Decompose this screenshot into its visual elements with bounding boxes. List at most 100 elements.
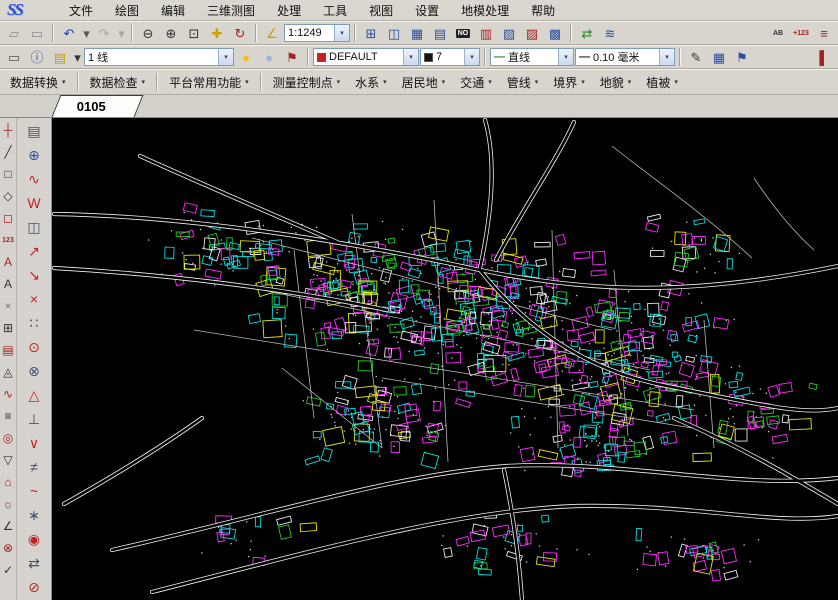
open-doc-button[interactable]: ▭ [26, 23, 48, 43]
menu-item-draw[interactable]: 绘图 [104, 0, 150, 21]
menu-item-3d-mapping[interactable]: 三维测图 [196, 0, 266, 21]
view-grid-7-button[interactable]: ▨ [521, 23, 543, 43]
tool-layers-list[interactable]: ≡ [0, 405, 16, 427]
chevron-down-icon[interactable]: ▾ [558, 49, 573, 65]
overlay-button[interactable]: ≋ [599, 23, 621, 43]
panel-vegetation[interactable]: 植被▾ [639, 71, 685, 94]
view-grid-8-button[interactable]: ▩ [544, 23, 566, 43]
tool-text-annotate[interactable]: A [0, 251, 16, 273]
tool-mirror[interactable]: ◬ [0, 361, 16, 383]
tool-polygon[interactable]: ◇ [0, 185, 16, 207]
swap-view-button[interactable]: ⇄ [576, 23, 598, 43]
menu-item-edit[interactable]: 编辑 [150, 0, 196, 21]
tool-vee[interactable]: ∨ [17, 431, 51, 455]
text-style-combo[interactable]: DEFAULT▾ [313, 48, 419, 66]
lineweight-combo[interactable]: —0.10 毫米▾ [575, 48, 675, 66]
panel-boundary[interactable]: 境界▾ [546, 71, 592, 94]
tool-spline[interactable]: ∿ [0, 383, 16, 405]
panel-transportation[interactable]: 交通▾ [453, 71, 499, 94]
linetype-combo[interactable]: —直线▾ [490, 48, 574, 66]
undo-button[interactable]: ↶ [58, 23, 80, 43]
chevron-down-icon[interactable]: ▾ [403, 49, 418, 65]
panel-pipeline[interactable]: 管线▾ [500, 71, 546, 94]
tool-arrow-ne[interactable]: ↗ [17, 239, 51, 263]
menu-item-settings[interactable]: 设置 [404, 0, 450, 21]
chevron-down-icon[interactable]: ▾ [218, 49, 233, 65]
table-view-button[interactable]: ▦ [708, 47, 730, 67]
layer-manager-button[interactable]: ▤ [49, 47, 71, 67]
zoom-out-button[interactable]: ⊖ [137, 23, 159, 43]
tool-erase[interactable]: × [0, 295, 16, 317]
tool-donut[interactable]: ◎ [0, 427, 16, 449]
label-123-button[interactable]: +123 [790, 23, 812, 43]
new-doc-button[interactable]: ▱ [3, 23, 25, 43]
sheet-button[interactable]: ▭ [3, 47, 25, 67]
layer-lock-button[interactable]: ⚑ [281, 47, 303, 67]
zoom-in-button[interactable]: ⊕ [160, 23, 182, 43]
edit-style-button[interactable]: ✎ [685, 47, 707, 67]
tool-globe[interactable]: ⊕ [17, 143, 51, 167]
tool-coordinates[interactable]: 123 [0, 229, 16, 251]
label-ab-button[interactable]: AB [767, 23, 789, 43]
tool-angle[interactable]: ∠ [0, 515, 16, 537]
tool-line[interactable]: ╱ [0, 141, 16, 163]
menu-item-process[interactable]: 处理 [266, 0, 312, 21]
undo-history-button[interactable]: ▾ [81, 23, 92, 43]
scale-combo[interactable]: 1:1249▾ [284, 24, 350, 42]
tool-rectangle[interactable]: □ [0, 163, 16, 185]
tool-wave[interactable]: ~ [17, 479, 51, 503]
view-grid-3-button[interactable]: ▦ [406, 23, 428, 43]
panel-data-check[interactable]: 数据检查▾ [83, 71, 153, 94]
menu-item-file[interactable]: 文件 [58, 0, 104, 21]
tool-selection-box[interactable]: ◻ [0, 207, 16, 229]
menu-item-help[interactable]: 帮助 [520, 0, 566, 21]
view-grid-1-button[interactable]: ⊞ [360, 23, 382, 43]
tool-copy-object[interactable]: ▤ [0, 339, 16, 361]
pan-button[interactable]: ✚ [206, 23, 228, 43]
tool-check[interactable]: ✓ [0, 559, 16, 581]
view-grid-4-button[interactable]: ▤ [429, 23, 451, 43]
chevron-down-icon[interactable]: ▾ [659, 49, 674, 65]
tool-cross[interactable]: × [17, 287, 51, 311]
tool-paste-board[interactable]: ▤ [17, 119, 51, 143]
chevron-down-icon[interactable]: ▾ [334, 25, 349, 41]
flag-button[interactable]: ⚑ [731, 47, 753, 67]
tool-bullseye[interactable]: ◉ [17, 527, 51, 551]
drawing-tab-0105[interactable]: 0105 [52, 95, 144, 117]
tool-swap-arrows[interactable]: ⇄ [17, 551, 51, 575]
tool-arrow-se[interactable]: ↘ [17, 263, 51, 287]
tool-point[interactable]: ┼ [0, 119, 16, 141]
tool-dots[interactable]: ∷ [17, 311, 51, 335]
tool-slashed-circle[interactable]: ⊘ [17, 575, 51, 599]
redo-button[interactable]: ↷ [93, 23, 115, 43]
menu-item-view[interactable]: 视图 [358, 0, 404, 21]
panel-water-system[interactable]: 水系▾ [348, 71, 394, 94]
panel-survey-control-points[interactable]: 测量控制点▾ [266, 71, 348, 94]
panel-data-convert[interactable]: 数据转换▾ [3, 71, 73, 94]
layer-combo[interactable]: 1 线▾ [84, 48, 234, 66]
more-tools-button[interactable]: ≡ [813, 23, 835, 43]
redo-history-button[interactable]: ▾ [116, 23, 127, 43]
tool-letter-w[interactable]: W [17, 191, 51, 215]
tool-triangle[interactable]: ▽ [0, 449, 16, 471]
tool-array[interactable]: ⊞ [0, 317, 16, 339]
menu-item-terrain-model[interactable]: 地模处理 [450, 0, 520, 21]
layer-list-button[interactable]: ▾ [72, 47, 83, 67]
tool-asterisk[interactable]: ∗ [17, 503, 51, 527]
view-grid-2-button[interactable]: ◫ [383, 23, 405, 43]
zoom-window-button[interactable]: ⊡ [183, 23, 205, 43]
tool-not-equal[interactable]: ≠ [17, 455, 51, 479]
tool-target[interactable]: ⊙ [17, 335, 51, 359]
menu-item-tools[interactable]: 工具 [312, 0, 358, 21]
tool-sun[interactable]: ☼ [0, 493, 16, 515]
panel-landform[interactable]: 地貌▾ [593, 71, 639, 94]
layer-on-button[interactable]: ● [235, 47, 257, 67]
color-combo[interactable]: 7▾ [420, 48, 480, 66]
view-grid-5-button[interactable]: ▥ [475, 23, 497, 43]
tool-curve[interactable]: ∿ [17, 167, 51, 191]
tool-circle-cross[interactable]: ⊗ [0, 537, 16, 559]
panel-platform-functions[interactable]: 平台常用功能▾ [162, 71, 256, 94]
regen-button[interactable]: ↻ [229, 23, 251, 43]
tool-no-entry[interactable]: ⊗ [17, 359, 51, 383]
panel-residential-area[interactable]: 居民地▾ [395, 71, 453, 94]
